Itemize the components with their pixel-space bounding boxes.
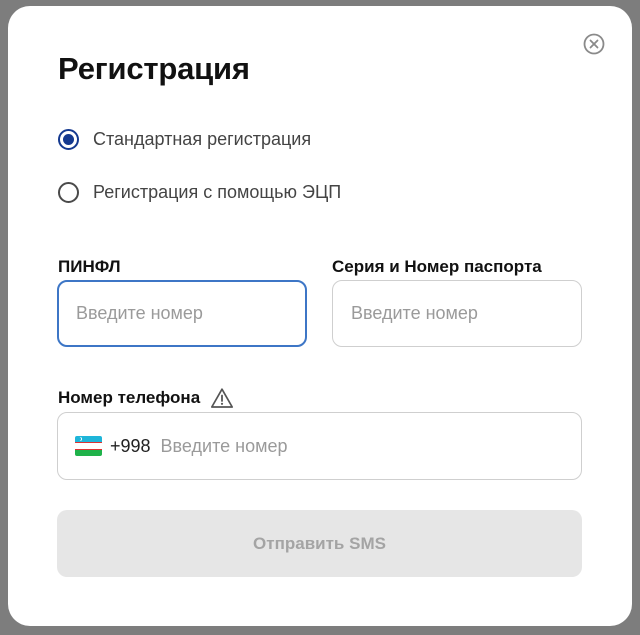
radio-option-standard[interactable]: Стандартная регистрация	[58, 129, 311, 150]
radio-button-selected[interactable]	[58, 129, 79, 150]
phone-label: Номер телефона	[58, 388, 201, 407]
radio-button-unselected[interactable]	[58, 182, 79, 203]
pinfl-input[interactable]	[57, 280, 307, 347]
country-code: +998	[110, 435, 151, 456]
passport-input[interactable]	[332, 280, 582, 347]
phone-label-row: Номер телефона	[58, 387, 234, 409]
radio-label-digital-signature: Регистрация с помощью ЭЦП	[93, 182, 342, 202]
radio-label-standard: Стандартная регистрация	[93, 129, 312, 149]
pinfl-label: ПИНФЛ	[58, 257, 121, 276]
close-icon[interactable]	[583, 33, 605, 55]
phone-input[interactable]	[160, 435, 521, 457]
passport-label: Серия и Номер паспорта	[332, 257, 542, 276]
registration-dialog: Регистрация Стандартная регистрация Реги…	[8, 6, 632, 626]
radio-option-digital-signature[interactable]: Регистрация с помощью ЭЦП	[58, 182, 341, 203]
send-sms-button[interactable]: Отправить SMS	[57, 510, 582, 577]
phone-field[interactable]: +998	[57, 412, 582, 480]
uzbekistan-flag-icon	[75, 436, 102, 456]
warning-triangle-icon[interactable]	[210, 387, 234, 409]
dialog-title: Регистрация	[58, 51, 250, 86]
